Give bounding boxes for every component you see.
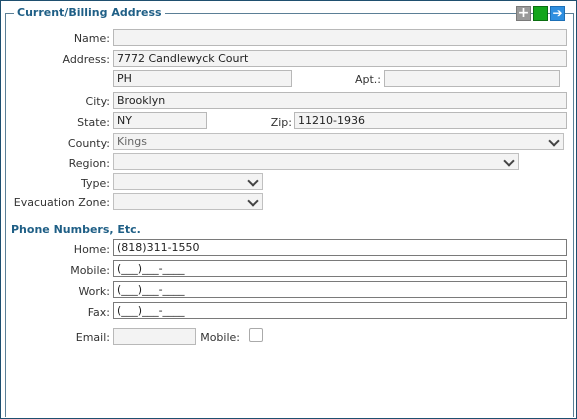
region-select[interactable] <box>113 153 519 170</box>
state-label: State: <box>77 116 110 129</box>
apt-label: Apt.: <box>354 73 381 86</box>
apt-field[interactable] <box>384 70 560 87</box>
state-field[interactable]: NY <box>113 112 207 129</box>
green-square-icon[interactable] <box>533 6 548 21</box>
chevron-down-icon <box>503 155 515 167</box>
phone-numbers-heading: Phone Numbers, Etc. <box>11 223 141 236</box>
type-select[interactable] <box>113 173 263 190</box>
county-value: Kings <box>117 135 147 148</box>
mobile-phone-label: Mobile: <box>70 264 110 277</box>
county-select[interactable]: Kings <box>113 133 564 150</box>
work-phone-field[interactable]: (___)___-____ <box>113 281 567 298</box>
type-label: Type: <box>81 177 110 190</box>
city-label: City: <box>85 95 110 108</box>
zip-label: Zip: <box>270 116 292 129</box>
panel-toolbar: + ➔ <box>516 6 565 21</box>
email-label: Email: <box>75 331 110 344</box>
fax-field[interactable]: (___)___-____ <box>113 302 567 319</box>
evacuation-zone-select[interactable] <box>113 193 263 210</box>
email-mobile-label: Mobile: <box>200 331 240 344</box>
fax-label: Fax: <box>87 306 110 319</box>
email-field[interactable] <box>113 328 196 345</box>
panel-legend: Current/Billing Address <box>14 6 165 19</box>
city-field[interactable]: Brooklyn <box>113 92 567 109</box>
arrow-right-icon[interactable]: ➔ <box>550 6 565 21</box>
zip-field[interactable]: 11210-1936 <box>294 112 567 129</box>
address2-field[interactable]: PH <box>113 70 292 87</box>
name-field[interactable] <box>113 29 567 46</box>
chevron-down-icon <box>548 135 560 147</box>
address-field[interactable]: 7772 Candlewyck Court <box>113 50 567 67</box>
evacuation-zone-label: Evacuation Zone: <box>13 196 110 209</box>
chevron-down-icon <box>247 175 259 187</box>
address-label: Address: <box>62 53 110 66</box>
mobile-phone-field[interactable]: (___)___-____ <box>113 260 567 277</box>
name-label: Name: <box>73 32 110 45</box>
chevron-down-icon <box>247 195 259 207</box>
home-phone-field[interactable]: (818)311-1550 <box>113 239 567 256</box>
region-label: Region: <box>68 157 110 170</box>
email-mobile-checkbox[interactable] <box>249 328 263 342</box>
county-label: County: <box>67 137 110 150</box>
home-phone-label: Home: <box>73 243 110 256</box>
work-phone-label: Work: <box>78 285 110 298</box>
plus-icon[interactable]: + <box>516 6 531 21</box>
